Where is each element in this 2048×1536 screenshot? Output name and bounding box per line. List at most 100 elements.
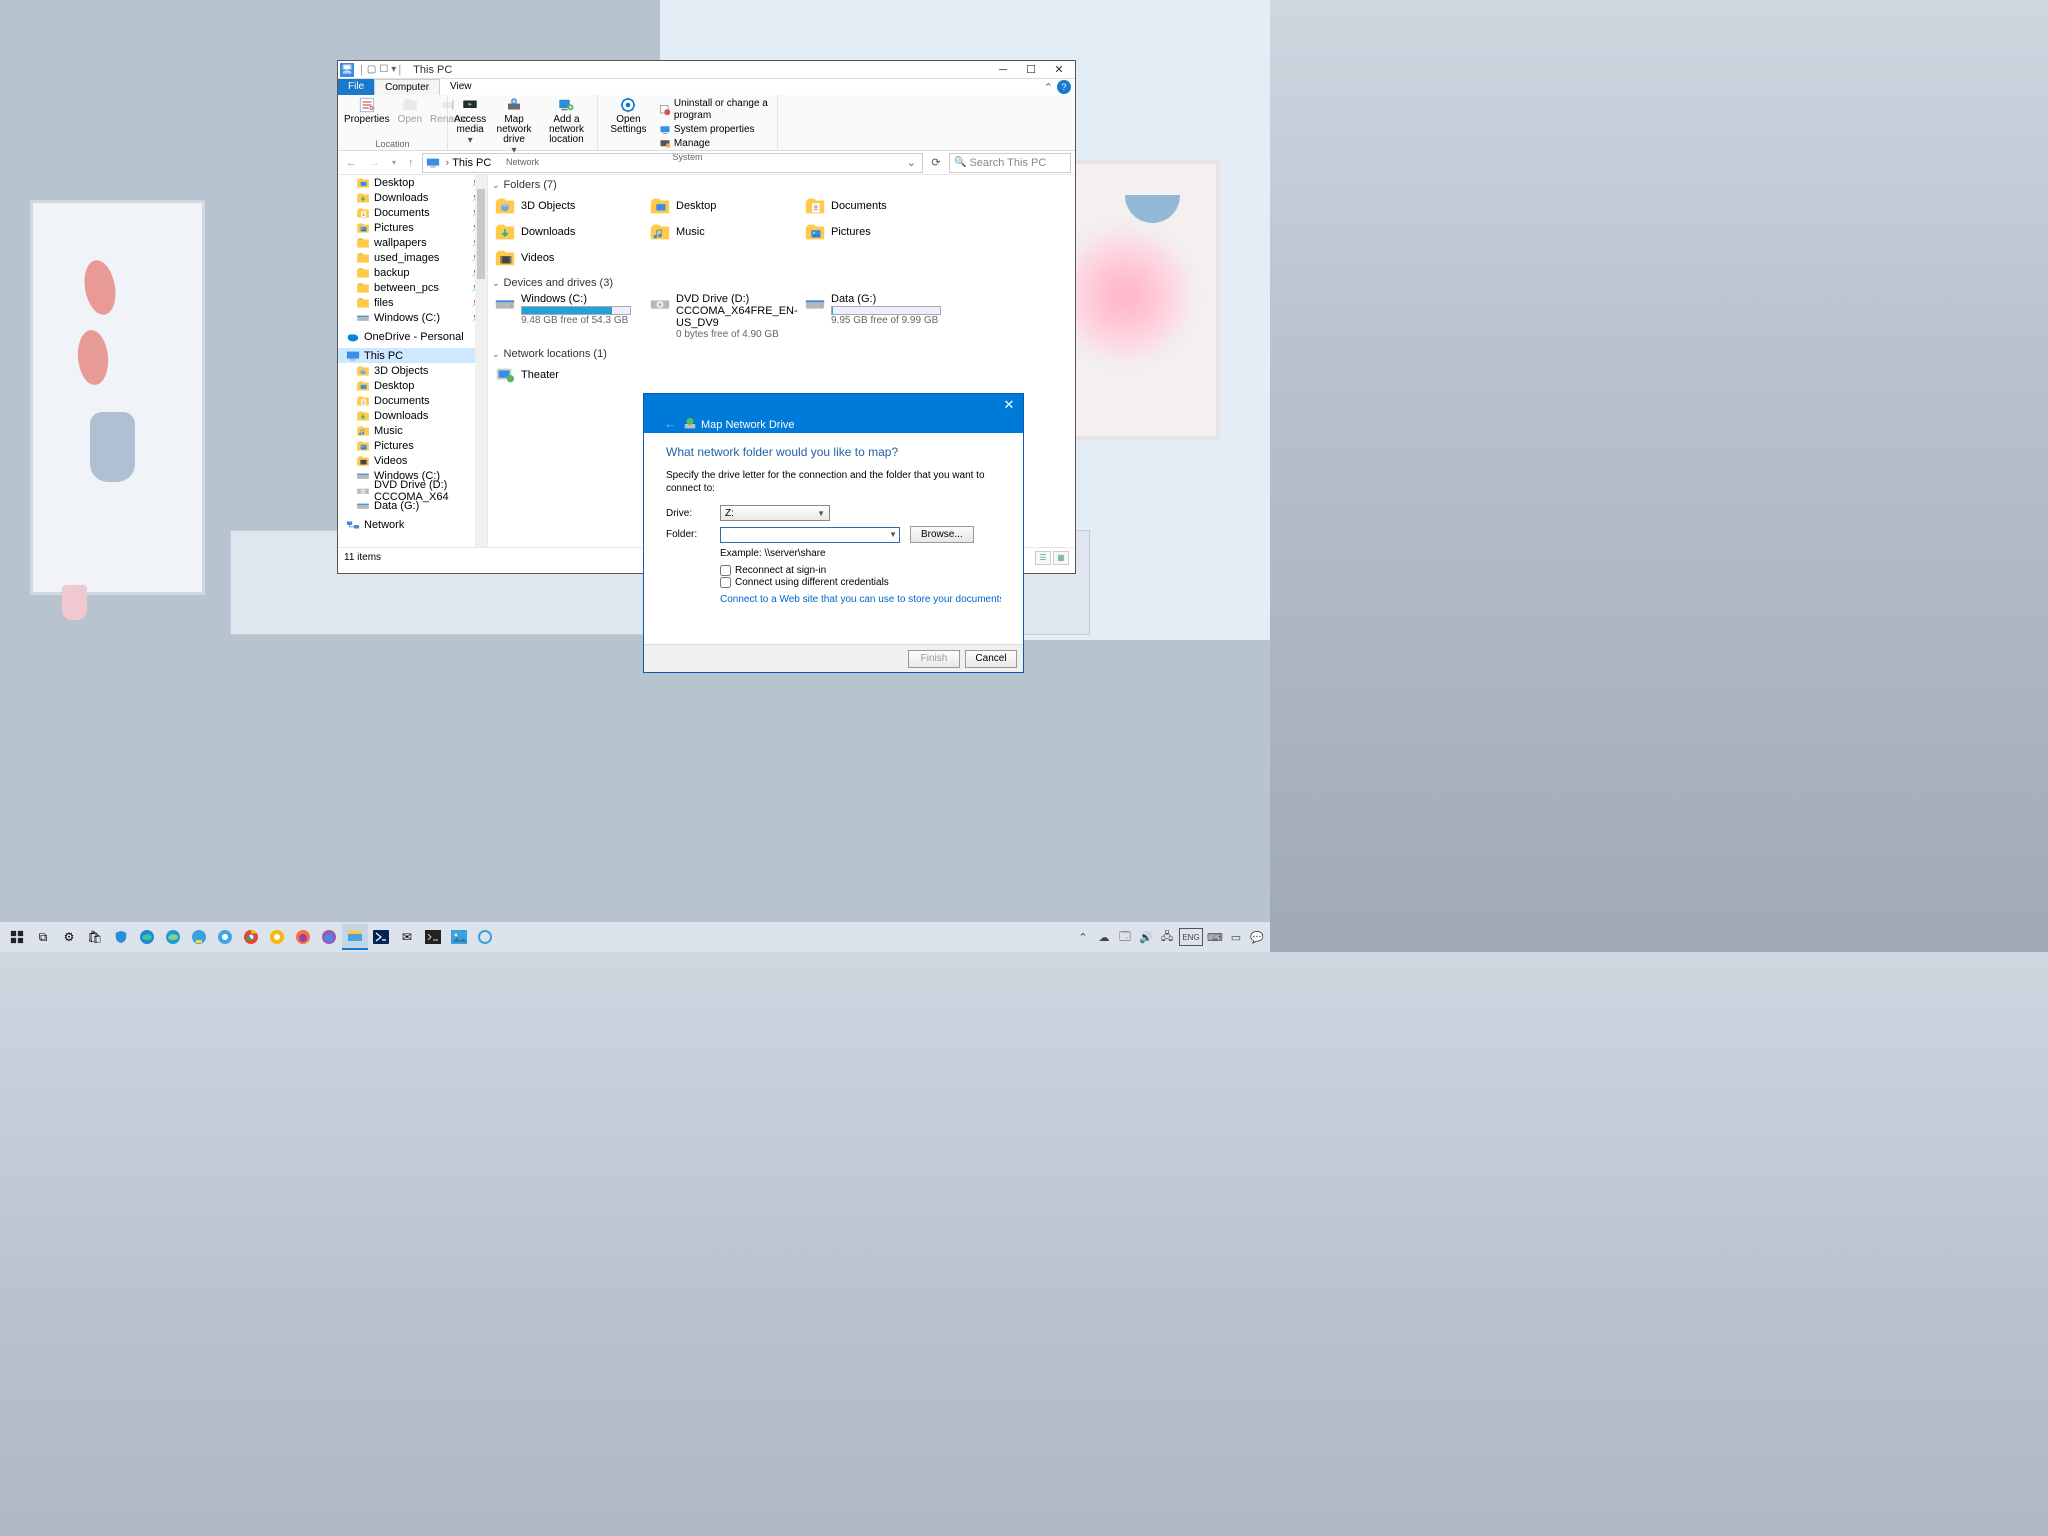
dialog-close-button[interactable]: ✕	[998, 397, 1020, 417]
taskbar[interactable]: ⧉ ⚙ 🛍 ✉ ⌃ ☁ 🗔 🔊 🖧 ENG ⌨ ▭ 💬	[0, 922, 1270, 952]
address-dropdown-icon[interactable]: ⌄	[904, 156, 919, 169]
tree-item[interactable]: used_images📌	[338, 250, 487, 265]
tree-item[interactable]: Pictures	[338, 438, 487, 453]
minimize-button[interactable]: ─	[989, 61, 1017, 79]
navigation-tree[interactable]: Desktop📌Downloads📌Documents📌Pictures📌wal…	[338, 175, 488, 547]
tree-item[interactable]: Pictures📌	[338, 220, 487, 235]
tree-item[interactable]: Desktop	[338, 378, 487, 393]
cortana-icon[interactable]	[472, 924, 498, 950]
manage-button[interactable]: Manage	[657, 137, 775, 151]
file-explorer-task-icon[interactable]	[342, 924, 368, 950]
connect-website-link[interactable]: Connect to a Web site that you can use t…	[720, 594, 1001, 605]
help-icon[interactable]: ?	[1057, 80, 1071, 94]
tree-item[interactable]: Documents📌	[338, 205, 487, 220]
terminal-icon[interactable]	[420, 924, 446, 950]
folder-item[interactable]: 3D Objects	[492, 193, 647, 219]
tab-view[interactable]: View	[440, 79, 482, 95]
section-drives-header[interactable]: ⌄Devices and drives (3)	[492, 275, 1071, 291]
edge-beta-icon[interactable]	[186, 924, 212, 950]
ribbon-collapse-icon[interactable]: ⌃	[1040, 81, 1057, 94]
tray-overflow-icon[interactable]: ⌃	[1074, 928, 1092, 946]
nav-back-icon[interactable]: ←	[342, 157, 361, 169]
folder-item[interactable]: Downloads	[492, 219, 647, 245]
tray-meetnow-icon[interactable]: 🗔	[1116, 928, 1134, 946]
store-icon[interactable]: 🛍	[82, 924, 108, 950]
settings-icon[interactable]: ⚙	[56, 924, 82, 950]
map-network-drive-button[interactable]: Map network drive▾	[490, 96, 538, 156]
firefox-dev-icon[interactable]	[316, 924, 342, 950]
maximize-button[interactable]: ☐	[1017, 61, 1045, 79]
add-network-location-button[interactable]: Add a network location	[538, 96, 595, 145]
folder-item[interactable]: Videos	[492, 245, 647, 271]
security-icon[interactable]	[108, 924, 134, 950]
tree-item[interactable]: Downloads	[338, 408, 487, 423]
nav-recent-icon[interactable]: ▾	[388, 158, 400, 167]
network-location-item[interactable]: Theater	[492, 362, 647, 388]
chrome-canary-icon[interactable]	[264, 924, 290, 950]
section-folders-header[interactable]: ⌄Folders (7)	[492, 177, 1071, 193]
system-properties-button[interactable]: System properties	[657, 123, 775, 137]
tree-item[interactable]: Music	[338, 423, 487, 438]
tree-network[interactable]: Network	[338, 517, 487, 532]
drive-select[interactable]: Z:▼	[720, 505, 830, 521]
tree-this-pc[interactable]: This PC	[338, 348, 487, 363]
section-netloc-header[interactable]: ⌄Network locations (1)	[492, 346, 1071, 362]
cancel-button[interactable]: Cancel	[965, 650, 1017, 668]
task-view-icon[interactable]: ⧉	[30, 924, 56, 950]
tree-item[interactable]: files📌	[338, 295, 487, 310]
nav-up-icon[interactable]: ↑	[404, 157, 418, 169]
tray-onedrive-icon[interactable]: ☁	[1095, 928, 1113, 946]
open-settings-button[interactable]: Open Settings	[600, 96, 657, 135]
view-details-icon[interactable]: ☰	[1035, 551, 1051, 565]
edge-canary-icon[interactable]	[212, 924, 238, 950]
different-credentials-checkbox[interactable]: Connect using different credentials	[720, 577, 1001, 588]
close-button[interactable]: ✕	[1045, 61, 1073, 79]
drive-item[interactable]: Data (G:)9.95 GB free of 9.99 GB	[802, 291, 957, 342]
dialog-header[interactable]: ← Map Network Drive	[644, 394, 1023, 433]
chrome-icon[interactable]	[238, 924, 264, 950]
tree-item[interactable]: between_pcs📌	[338, 280, 487, 295]
qat-save-icon[interactable]: ▢	[367, 64, 376, 75]
tree-item[interactable]: DVD Drive (D:) CCCOMA_X64	[338, 483, 487, 498]
tree-item[interactable]: backup📌	[338, 265, 487, 280]
start-button[interactable]	[4, 924, 30, 950]
tree-item[interactable]: Downloads📌	[338, 190, 487, 205]
titlebar[interactable]: 🖥 | ▢ ☐ ▾ | This PC ─ ☐ ✕	[338, 61, 1075, 79]
folder-item[interactable]: Pictures	[802, 219, 957, 245]
folder-item[interactable]: Desktop	[647, 193, 802, 219]
folder-item[interactable]: Music	[647, 219, 802, 245]
tab-file[interactable]: File	[338, 79, 374, 95]
tree-item[interactable]: Desktop📌	[338, 175, 487, 190]
edge-dev-icon[interactable]	[160, 924, 186, 950]
refresh-icon[interactable]: ⟳	[927, 156, 945, 169]
tree-item[interactable]: wallpapers📌	[338, 235, 487, 250]
qat-checkbox-icon[interactable]: ☐	[379, 64, 388, 75]
folder-input[interactable]: ▼	[720, 527, 900, 543]
address-bar[interactable]: › This PC ⌄	[422, 153, 923, 173]
search-input[interactable]: Search This PC	[949, 153, 1071, 173]
view-icons-icon[interactable]: ▦	[1053, 551, 1069, 565]
photos-icon[interactable]	[446, 924, 472, 950]
tree-item[interactable]: Windows (C:)📌	[338, 310, 487, 325]
tray-battery-icon[interactable]: ▭	[1227, 928, 1245, 946]
tray-input-icon[interactable]: ENG	[1179, 928, 1203, 946]
tray-network-icon[interactable]: 🖧	[1158, 928, 1176, 946]
edge-icon[interactable]	[134, 924, 160, 950]
window-icon[interactable]: 🖥	[340, 63, 354, 77]
tray-notifications-icon[interactable]: 💬	[1248, 928, 1266, 946]
tray-volume-icon[interactable]: 🔊	[1137, 928, 1155, 946]
tree-scrollbar[interactable]	[475, 175, 487, 547]
tree-item[interactable]: 3D Objects	[338, 363, 487, 378]
tree-item[interactable]: Documents	[338, 393, 487, 408]
tree-onedrive[interactable]: OneDrive - Personal	[338, 329, 487, 344]
tree-item[interactable]: Videos	[338, 453, 487, 468]
powershell-icon[interactable]	[368, 924, 394, 950]
tab-computer[interactable]: Computer	[374, 79, 440, 95]
drive-item[interactable]: DVD Drive (D:)CCCOMA_X64FRE_EN-US_DV90 b…	[647, 291, 802, 342]
reconnect-checkbox[interactable]: Reconnect at sign-in	[720, 565, 1001, 576]
tray-keyboard-icon[interactable]: ⌨	[1206, 928, 1224, 946]
browse-button[interactable]: Browse...	[910, 526, 974, 543]
folder-item[interactable]: Documents	[802, 193, 957, 219]
mail-icon[interactable]: ✉	[394, 924, 420, 950]
firefox-icon[interactable]	[290, 924, 316, 950]
